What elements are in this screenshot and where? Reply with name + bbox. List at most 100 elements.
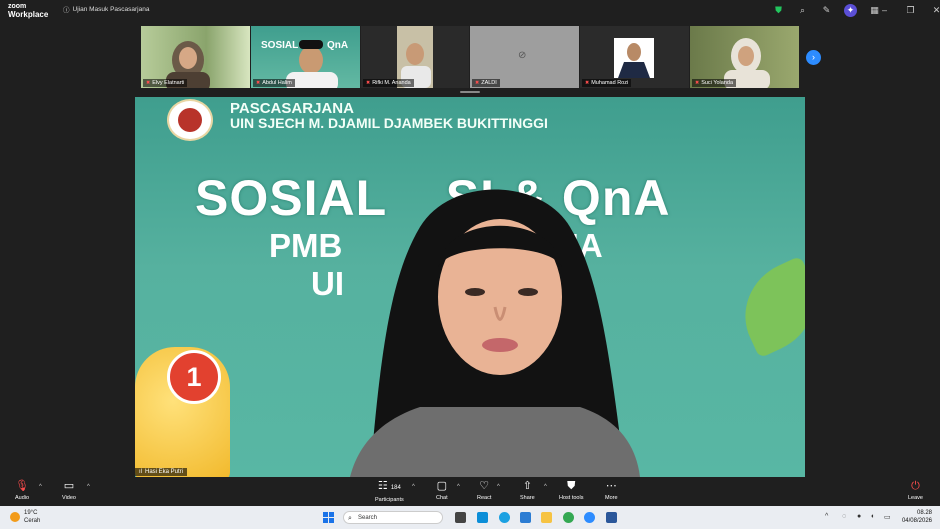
meeting-title: Ujian Masuk Pascasarjana: [72, 5, 150, 13]
mic-muted-icon: ✖: [366, 80, 371, 86]
search-icon[interactable]: ⌕: [796, 4, 809, 17]
participant-tile[interactable]: ⊘ ✖ ZALDI: [470, 26, 579, 88]
ai-companion-icon[interactable]: ✦: [844, 4, 857, 17]
word-icon[interactable]: [606, 512, 617, 523]
active-speaker-video[interactable]: PASCASARJANA UIN SJECH M. DJAMIL DJAMBEK…: [135, 97, 805, 477]
meeting-info[interactable]: ⓘ Ujian Masuk Pascasarjana: [63, 4, 150, 15]
participant-name: Muhamad Rozi: [591, 80, 629, 86]
weather-icon: [10, 512, 20, 522]
brand-line1: zoom: [8, 3, 27, 10]
edge-icon[interactable]: [499, 512, 510, 523]
audio-button[interactable]: 🎙︎ Audio: [15, 480, 29, 501]
audio-options-caret[interactable]: ^: [39, 484, 42, 490]
app-icon[interactable]: [477, 512, 488, 523]
speaker-name: Hasi Eka Putri: [145, 469, 184, 475]
edit-icon[interactable]: ✎: [820, 4, 833, 17]
weather-widget[interactable]: 19°C Cerah: [10, 509, 40, 525]
system-clock[interactable]: 08.28 04/08/2026: [902, 509, 932, 525]
more-icon: ⋯: [605, 480, 617, 492]
resize-handle[interactable]: [460, 91, 480, 93]
start-button[interactable]: [323, 512, 334, 523]
video-button[interactable]: ▭ Video: [62, 480, 76, 501]
title-tools: ⛊ ⌕ ✎ ✦ ▦: [772, 4, 881, 17]
close-icon[interactable]: ✕: [930, 4, 940, 17]
react-label: React: [477, 495, 492, 501]
participant-tile[interactable]: ✖ Muhamad Rozi: [580, 26, 689, 88]
chevron-up-icon[interactable]: ^: [825, 513, 828, 520]
info-icon: ⓘ: [63, 7, 70, 14]
participant-tile[interactable]: ✖ Rifki M. Ananda: [361, 26, 469, 88]
chevron-right-icon[interactable]: ›: [806, 50, 821, 65]
audio-level-icon: ıl: [139, 469, 142, 475]
video-options-caret[interactable]: ^: [87, 484, 90, 490]
chat-options-caret[interactable]: ^: [457, 484, 460, 490]
chat-label: Chat: [436, 495, 448, 501]
more-label: More: [605, 495, 618, 501]
shield-icon[interactable]: ⛊: [772, 4, 785, 17]
share-button[interactable]: ⇧ Share: [520, 480, 535, 501]
weather-temp: 19°C: [24, 510, 38, 516]
host-tools-label: Host tools: [559, 495, 584, 501]
participants-label: Participants: [375, 497, 404, 503]
mic-muted-icon: ✖: [585, 80, 590, 86]
mic-muted-icon: ✖: [475, 80, 480, 86]
svg-text:QnA: QnA: [327, 40, 348, 51]
participants-count: 184: [390, 485, 401, 491]
audio-label: Audio: [15, 495, 30, 501]
video-off-icon: ⊘: [518, 50, 527, 61]
clock-date: 04/08/2026: [901, 518, 932, 524]
folder-icon[interactable]: [541, 512, 552, 523]
participant-tile[interactable]: ✖ Suci Yolanda: [690, 26, 799, 88]
mic-icon[interactable]: ●: [857, 513, 861, 520]
video-label: Video: [62, 495, 76, 501]
shield-icon: ⛊: [567, 480, 576, 492]
speaker-figure: [350, 189, 640, 477]
org-line2: UIN SJECH M. DJAMIL DJAMBEK BUKITTINGGI: [230, 115, 548, 131]
participant-name: Suci Yolanda: [701, 80, 734, 86]
participant-name: Rifki M. Ananda: [372, 80, 411, 86]
network-icon[interactable]: ◌: [842, 513, 846, 520]
mic-muted-icon: ✖: [146, 80, 151, 86]
leave-button[interactable]: ⏻ Leave: [908, 480, 923, 501]
more-button[interactable]: ⋯ More: [605, 480, 618, 501]
participant-tile[interactable]: ✖ Elvy Elatnarti: [141, 26, 250, 88]
os-taskbar: 19°C Cerah ⌕ Search ^ ◌ ● ◐ ▭ 08.28 04/0…: [0, 506, 940, 529]
host-tools-button[interactable]: ⛊ Host tools: [559, 480, 583, 501]
speaker-icon[interactable]: ◐: [871, 513, 875, 520]
participant-strip: ✖ Elvy Elatnarti SOSIAL QnA ✖ Abdul Halim …: [0, 22, 940, 96]
taskbar-search[interactable]: ⌕ Search: [343, 511, 443, 524]
share-screen-icon: ⇧: [522, 480, 532, 492]
camera-icon: ▭: [63, 480, 75, 492]
speaker-name-tag: ıl Hasi Eka Putri: [135, 468, 188, 476]
participant-name: Abdul Halim: [262, 80, 292, 86]
chat-icon: ▢: [436, 480, 448, 492]
participant-tile[interactable]: SOSIAL QnA ✖ Abdul Halim: [251, 26, 360, 88]
participants-button[interactable]: ☷ 184 Participants: [375, 480, 404, 503]
notification-badge: 1: [167, 350, 221, 404]
zoom-logo: zoom Workplace: [8, 3, 49, 19]
heart-icon: ♡: [479, 480, 490, 492]
brand-line2: Workplace: [8, 10, 49, 19]
participant-name: Elvy Elatnarti: [152, 80, 185, 86]
mic-muted-icon: ✖: [256, 80, 261, 86]
chat-button[interactable]: ▢ Chat: [436, 480, 448, 501]
react-button[interactable]: ♡ React: [477, 480, 491, 501]
participants-options-caret[interactable]: ^: [412, 484, 415, 490]
react-options-caret[interactable]: ^: [497, 484, 500, 490]
mic-muted-icon: ✖: [695, 80, 700, 86]
search-placeholder: Search: [358, 515, 378, 521]
task-view-icon[interactable]: [455, 512, 466, 523]
battery-icon[interactable]: ▭: [884, 513, 891, 521]
university-logo: [167, 99, 213, 141]
restore-icon[interactable]: ❐: [904, 4, 917, 17]
chrome-icon[interactable]: [563, 512, 574, 523]
window-controls: – ❐ ✕: [878, 4, 940, 17]
title-bar: zoom Workplace ⓘ Ujian Masuk Pascasarjan…: [0, 0, 940, 22]
participant-name: ZALDI: [481, 80, 497, 86]
share-options-caret[interactable]: ^: [544, 484, 547, 490]
app-icon[interactable]: [520, 512, 531, 523]
zoom-icon[interactable]: [584, 512, 595, 523]
weather-condition: Cerah: [24, 518, 41, 524]
minimize-icon[interactable]: –: [878, 4, 891, 17]
svg-text:SOSIAL: SOSIAL: [261, 40, 298, 51]
